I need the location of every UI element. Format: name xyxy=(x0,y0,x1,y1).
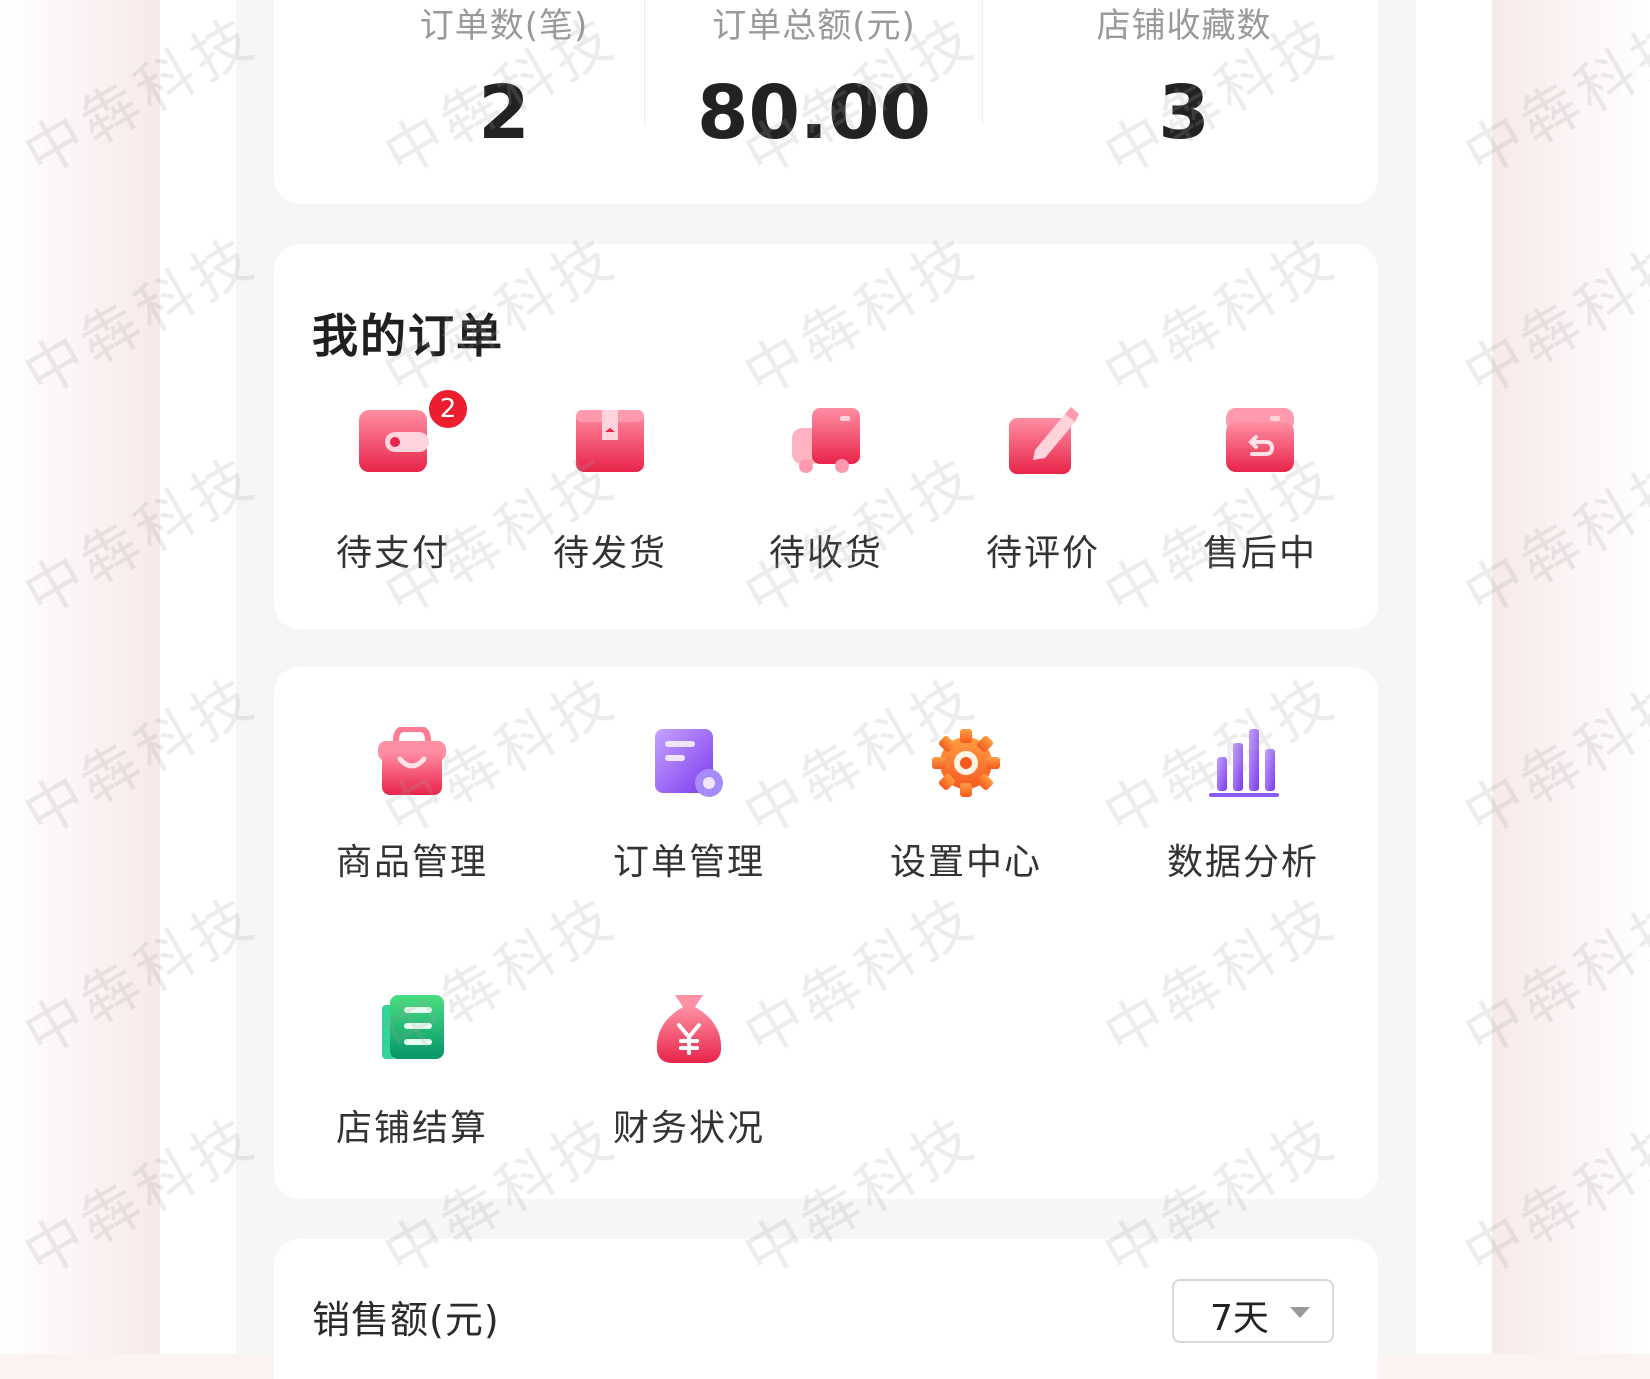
stat-order-count[interactable]: 订单数(笔) 2 xyxy=(324,0,684,204)
stat-value: 80.00 xyxy=(696,70,932,156)
my-orders-card: 我的订单 2 待支付 待发货 待收货 待评价 售后中 xyxy=(274,244,1378,629)
stat-label: 店铺收藏数 xyxy=(1096,6,1272,46)
money-bag-icon xyxy=(656,995,722,1063)
stat-order-total[interactable]: 订单总额(元) 80.00 xyxy=(634,0,994,204)
section-title: 我的订单 xyxy=(312,309,504,363)
date-range-value: 7天 xyxy=(1210,1298,1269,1339)
stats-card: 订单数(笔) 2 订单总额(元) 80.00 店铺收藏数 3 xyxy=(274,0,1378,204)
tool-financial-status[interactable]: 财务状况 xyxy=(579,993,799,1173)
stat-favorites[interactable]: 店铺收藏数 3 xyxy=(1004,0,1364,204)
tool-product-management[interactable]: 商品管理 xyxy=(302,727,522,907)
truck-icon xyxy=(792,408,860,473)
sales-card: 销售额(元) 7天 xyxy=(274,1239,1378,1379)
tool-data-analysis[interactable]: 数据分析 xyxy=(1133,727,1353,907)
tool-label: 财务状况 xyxy=(612,1108,765,1149)
tool-label: 订单管理 xyxy=(612,842,765,883)
tool-label: 店铺结算 xyxy=(335,1108,488,1149)
gear-icon xyxy=(932,729,1000,797)
ledger-icon xyxy=(382,995,444,1059)
left-backdrop xyxy=(0,0,160,1354)
order-item-label: 待发货 xyxy=(552,533,667,574)
return-box-icon xyxy=(1226,408,1294,472)
order-settings-icon xyxy=(655,729,723,797)
right-backdrop xyxy=(1492,0,1650,1354)
order-item-pending-review[interactable]: 待评价 xyxy=(943,404,1143,584)
shopping-bag-icon xyxy=(378,727,446,795)
chevron-down-icon xyxy=(1290,1307,1310,1318)
stat-divider xyxy=(982,0,983,125)
bar-chart-icon xyxy=(1209,729,1279,797)
notification-badge: 2 xyxy=(427,388,469,430)
tool-label: 商品管理 xyxy=(335,842,488,883)
stat-label: 订单数(笔) xyxy=(419,6,589,46)
stat-value: 2 xyxy=(478,70,530,156)
order-item-pending-receipt[interactable]: 待收货 xyxy=(726,404,926,584)
date-range-select[interactable]: 7天 xyxy=(1172,1279,1334,1343)
tool-label: 设置中心 xyxy=(889,842,1042,883)
sales-title: 销售额(元) xyxy=(312,1298,500,1342)
order-item-label: 售后中 xyxy=(1202,533,1317,574)
order-item-pending-payment[interactable]: 2 待支付 xyxy=(293,388,493,584)
order-item-label: 待支付 xyxy=(335,533,450,574)
order-item-label: 待收货 xyxy=(768,533,883,574)
order-item-pending-shipment[interactable]: 待发货 xyxy=(510,404,710,584)
package-icon xyxy=(576,410,644,472)
tool-label: 数据分析 xyxy=(1166,842,1319,883)
tool-shop-settlement[interactable]: 店铺结算 xyxy=(302,993,522,1173)
order-item-after-sales[interactable]: 售后中 xyxy=(1160,404,1360,584)
wallet-icon xyxy=(359,410,429,472)
shop-tools-card: 商品管理 订单管理 设置中心 数据分析 店铺结算 财务状况 xyxy=(274,667,1378,1199)
order-item-label: 待评价 xyxy=(985,533,1100,574)
tool-settings-center[interactable]: 设置中心 xyxy=(856,727,1076,907)
stat-value: 3 xyxy=(1158,70,1210,156)
tool-order-management[interactable]: 订单管理 xyxy=(579,727,799,907)
stat-label: 订单总额(元) xyxy=(712,6,916,46)
edit-icon xyxy=(1009,407,1079,474)
